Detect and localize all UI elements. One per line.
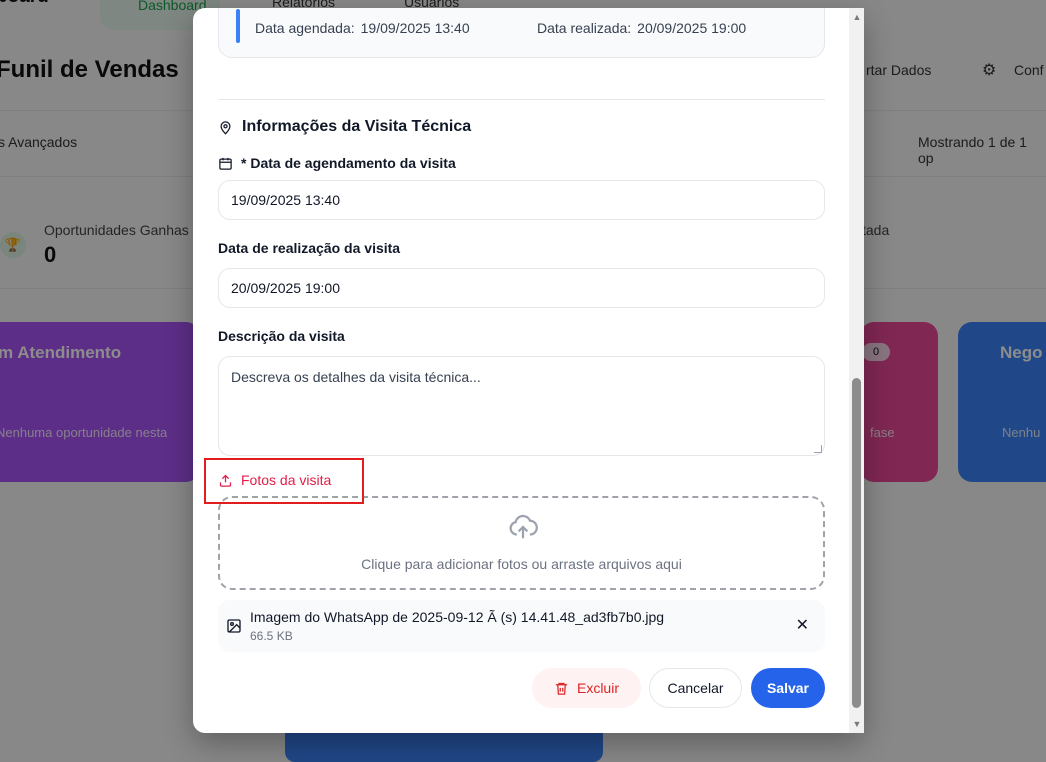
scroll-down-arrow-icon[interactable]: ▼	[852, 719, 862, 729]
cancel-button[interactable]: Cancelar	[649, 668, 742, 708]
description-label: Descrição da visita	[218, 328, 345, 344]
file-name: Imagem do WhatsApp de 2025-09-12 Ã (s) 1…	[250, 609, 665, 625]
save-button-label: Salvar	[766, 680, 810, 696]
description-placeholder: Descreva os detalhes da visita técnica..…	[231, 369, 481, 385]
map-pin-icon	[220, 120, 231, 135]
visit-summary-card: Data agendada: 19/09/2025 13:40 Data real…	[218, 8, 825, 58]
summary-done: Data realizada: 20/09/2025 19:00	[537, 20, 746, 36]
schedule-date-value: 19/09/2025 13:40	[231, 192, 340, 208]
summary-done-label: Data realizada:	[537, 20, 632, 36]
image-file-icon	[227, 619, 241, 633]
schedule-label: * Data de agendamento da visita	[218, 155, 456, 171]
visit-modal: Data agendada: 19/09/2025 13:40 Data real…	[193, 8, 864, 733]
delete-button-label: Excluir	[576, 680, 619, 696]
modal-scrollbar[interactable]: ▲ ▼	[849, 8, 864, 733]
description-label-text: Descrição da visita	[218, 328, 345, 344]
cancel-button-label: Cancelar	[667, 680, 724, 696]
cloud-upload-icon	[509, 514, 538, 539]
save-button[interactable]: Salvar	[751, 668, 825, 708]
done-label: Data de realização da visita	[218, 240, 400, 256]
highlight-annotation	[204, 458, 364, 504]
done-date-value: 20/09/2025 19:00	[231, 280, 340, 296]
dropzone-text: Clique para adicionar fotos ou arraste a…	[361, 556, 682, 572]
trash-icon	[555, 682, 568, 695]
close-icon[interactable]: ✕	[796, 615, 809, 635]
schedule-date-input[interactable]: 19/09/2025 13:40	[218, 180, 825, 220]
description-textarea[interactable]: Descreva os detalhes da visita técnica..…	[218, 356, 825, 456]
file-size: 66.5 KB	[250, 629, 293, 643]
summary-done-value: 20/09/2025 19:00	[637, 20, 747, 36]
summary-scheduled-label: Data agendada:	[255, 20, 355, 36]
done-date-input[interactable]: 20/09/2025 19:00	[218, 268, 825, 308]
resize-handle[interactable]	[814, 445, 822, 453]
delete-button[interactable]: Excluir	[532, 668, 641, 708]
schedule-label-text: * Data de agendamento da visita	[241, 155, 456, 171]
summary-accent-bar	[236, 9, 240, 43]
summary-scheduled: Data agendada: 19/09/2025 13:40	[255, 20, 470, 36]
section-title: Informações da Visita Técnica	[218, 118, 471, 136]
summary-scheduled-value: 19/09/2025 13:40	[360, 20, 470, 36]
scrollbar-thumb[interactable]	[852, 378, 861, 708]
section-divider	[218, 99, 825, 100]
done-label-text: Data de realização da visita	[218, 240, 401, 256]
section-title-text: Informações da Visita Técnica	[242, 118, 472, 135]
scroll-up-arrow-icon[interactable]: ▲	[852, 12, 862, 22]
photo-dropzone[interactable]: Clique para adicionar fotos ou arraste a…	[218, 496, 825, 590]
uploaded-file-item: Imagem do WhatsApp de 2025-09-12 Ã (s) 1…	[218, 600, 825, 652]
calendar-icon	[219, 157, 232, 170]
